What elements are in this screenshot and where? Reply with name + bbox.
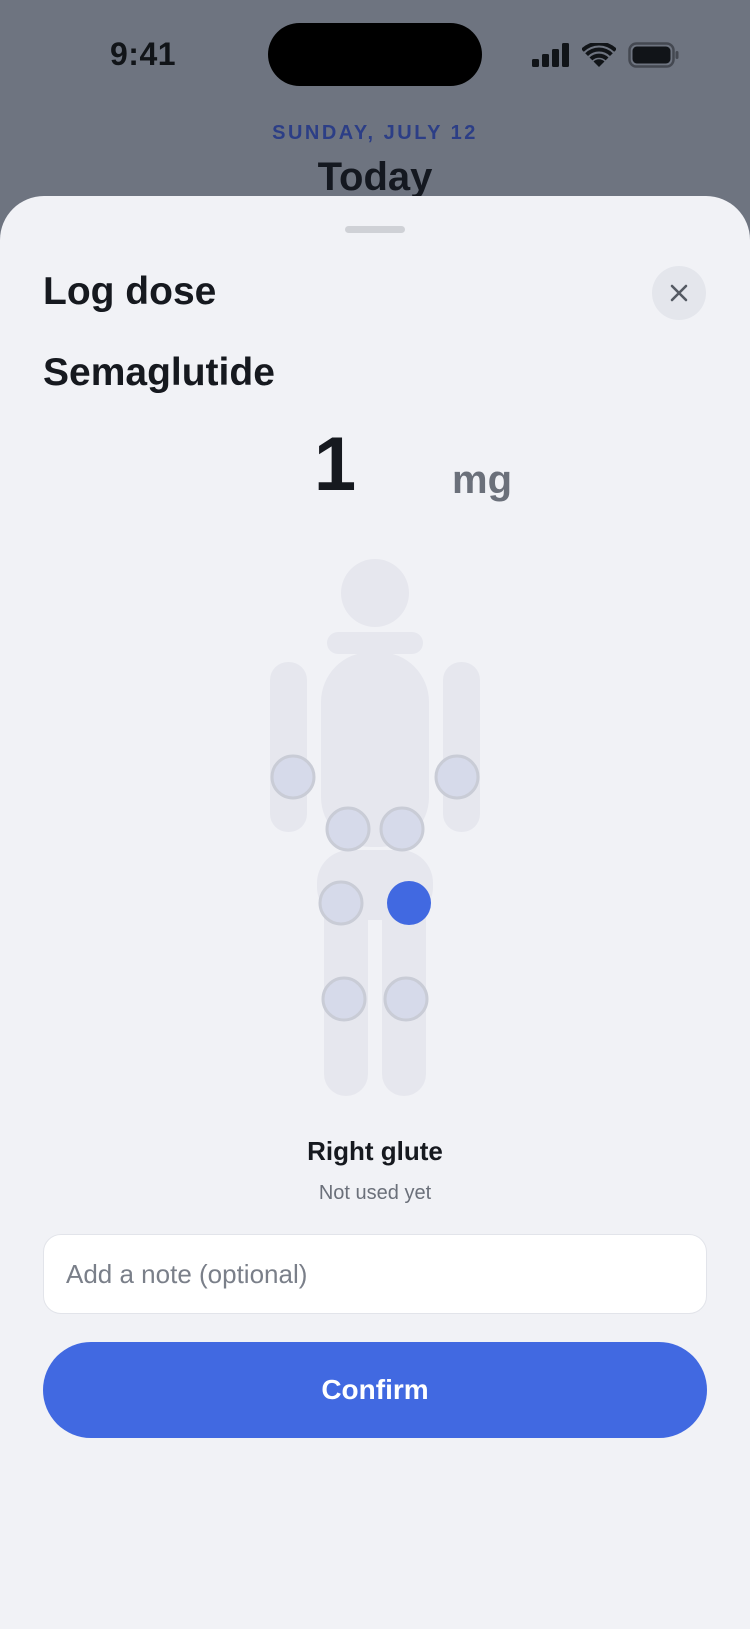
- note-input[interactable]: [43, 1234, 707, 1314]
- body-left-arm: [270, 662, 307, 832]
- injection-site-left-arm[interactable]: [270, 754, 316, 800]
- selected-site-status: Not used yet: [318, 1182, 432, 1204]
- screen: 9:41 SUNDAY, JULY 12 Today Log dose Sema…: [0, 0, 750, 1629]
- close-button[interactable]: [652, 266, 706, 320]
- injection-site-right-glute-selected[interactable]: [387, 881, 431, 925]
- body-map: [270, 559, 480, 1096]
- body-head: [341, 559, 409, 627]
- status-time: 9:41: [110, 36, 177, 72]
- confirm-button[interactable]: Confirm: [43, 1342, 707, 1438]
- injection-site-left-thigh[interactable]: [321, 976, 367, 1022]
- background-date: SUNDAY, JULY 12: [272, 122, 478, 144]
- medication-name: Semaglutide: [43, 351, 275, 394]
- injection-site-left-glute[interactable]: [318, 880, 364, 926]
- injection-site-right-thigh[interactable]: [383, 976, 429, 1022]
- injection-site-right-abdomen[interactable]: [379, 806, 425, 852]
- injection-site-right-arm[interactable]: [434, 754, 480, 800]
- dynamic-island: [268, 23, 482, 86]
- sheet-grabber[interactable]: [345, 226, 405, 233]
- body-shoulders: [327, 632, 423, 654]
- body-silhouette: [270, 559, 480, 1096]
- status-icons: [532, 40, 680, 70]
- sheet-title: Log dose: [43, 270, 217, 313]
- close-icon: [670, 284, 688, 302]
- cellular-signal-icon: [532, 43, 569, 67]
- dose-value[interactable]: 1: [290, 421, 380, 508]
- status-bar: 9:41: [0, 0, 750, 110]
- dose-unit[interactable]: mg: [452, 458, 512, 503]
- body-right-arm: [443, 662, 480, 832]
- injection-site-left-abdomen[interactable]: [325, 806, 371, 852]
- selected-site-name: Right glute: [307, 1136, 443, 1166]
- background-page-title: Today: [317, 155, 433, 199]
- wifi-icon: [582, 42, 616, 67]
- battery-icon: [628, 42, 679, 68]
- log-dose-sheet: Log dose Semaglutide 1 mg Right glute No…: [0, 196, 750, 1629]
